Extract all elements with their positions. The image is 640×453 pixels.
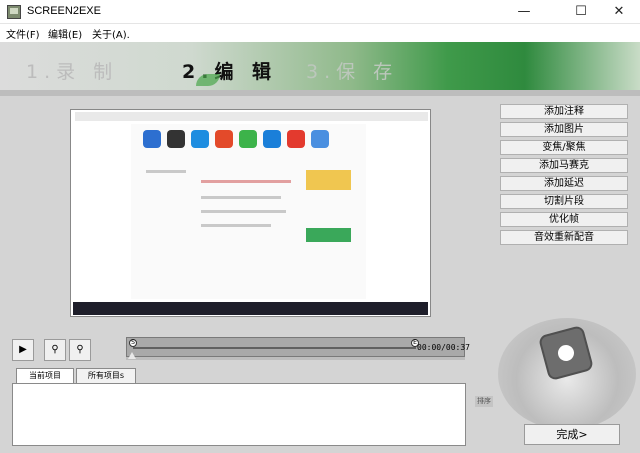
preview-text-line — [201, 210, 286, 213]
preview-text-line — [146, 170, 186, 173]
menu-about[interactable]: 关于(A). — [92, 26, 130, 41]
timeline-track — [133, 347, 416, 349]
menu-file[interactable]: 文件(F) — [6, 26, 40, 41]
add-image-button[interactable]: 添加图片 — [500, 122, 628, 137]
title-bar: SCREEN2EXE — ☐ ✕ — [0, 0, 640, 24]
preview-banner-ad — [306, 228, 351, 242]
timeline-slider-thumb[interactable] — [128, 352, 136, 359]
finish-button[interactable]: 完成> — [524, 424, 620, 445]
add-annotation-button[interactable]: 添加注释 — [500, 104, 628, 119]
preview-taskbar — [73, 302, 428, 315]
redub-audio-button[interactable]: 音效重新配音 — [500, 230, 628, 245]
preview-text-line — [201, 224, 271, 227]
step-record: 1.录 制 — [26, 61, 119, 83]
zoom-focus-button[interactable]: 变焦/聚焦 — [500, 140, 628, 155]
step-save: 3.保 存 — [306, 61, 399, 83]
steps-banner: 1.录 制 2.编 辑 3.保 存 — [0, 42, 640, 96]
time-readout: 00:00/00:37 — [417, 343, 470, 352]
app-icon — [7, 5, 21, 19]
preview-banner-ad — [306, 170, 351, 190]
project-list-panel[interactable] — [12, 383, 466, 446]
optimize-frames-button[interactable]: 优化帧 — [500, 212, 628, 227]
start-marker-icon[interactable]: S — [129, 339, 137, 347]
window-title: SCREEN2EXE — [27, 5, 101, 17]
sort-label[interactable]: 排序 — [475, 396, 493, 407]
minimize-button[interactable]: — — [501, 0, 547, 24]
tab-all-projects[interactable]: 所有项目s — [76, 368, 136, 383]
close-button[interactable]: ✕ — [596, 0, 640, 24]
menu-bar: 文件(F) 编辑(E) 关于(A). — [0, 24, 640, 42]
marker-out-button[interactable]: ⚲ — [69, 339, 91, 361]
timeline[interactable]: S E 00:00/00:37 — [126, 337, 470, 357]
video-preview[interactable] — [70, 109, 431, 317]
timeline-slider-track[interactable] — [126, 357, 465, 360]
preview-text-line — [201, 180, 291, 183]
marker-out-icon: ⚲ — [76, 344, 84, 355]
add-delay-button[interactable]: 添加延迟 — [500, 176, 628, 191]
cut-segment-button[interactable]: 切割片段 — [500, 194, 628, 209]
preview-browser-bar — [75, 112, 428, 121]
tab-current-project[interactable]: 当前项目 — [16, 368, 74, 383]
menu-edit[interactable]: 编辑(E) — [48, 26, 82, 41]
play-icon: ▶ — [19, 344, 27, 355]
marker-in-button[interactable]: ⚲ — [44, 339, 66, 361]
play-button[interactable]: ▶ — [12, 339, 34, 361]
preview-text-line — [201, 196, 281, 199]
add-mosaic-button[interactable]: 添加马赛克 — [500, 158, 628, 173]
preview-icon-row — [143, 130, 353, 154]
marker-in-icon: ⚲ — [51, 344, 59, 355]
